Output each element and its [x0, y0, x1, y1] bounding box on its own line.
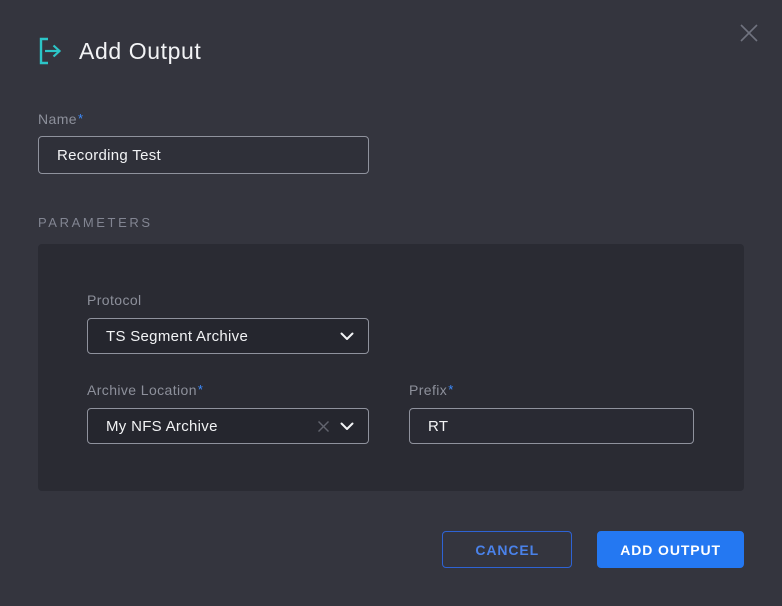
chevron-down-icon — [340, 422, 354, 431]
clear-selection-icon[interactable] — [317, 420, 330, 433]
protocol-selected-value: TS Segment Archive — [106, 328, 340, 345]
dialog-header: Add Output — [38, 0, 744, 66]
name-label: Name* — [38, 111, 744, 127]
required-marker: * — [78, 111, 83, 126]
protocol-select[interactable]: TS Segment Archive — [87, 318, 369, 354]
add-output-dialog: Add Output Name* PARAMETERS Protocol TS … — [0, 0, 782, 606]
close-icon — [738, 22, 760, 47]
archive-location-field: Archive Location* My NFS Archive — [87, 382, 369, 444]
chevron-down-icon — [340, 332, 354, 341]
archive-location-label: Archive Location* — [87, 382, 369, 398]
parameters-panel: Protocol TS Segment Archive Archive Loca… — [38, 244, 744, 491]
archive-location-selected-value: My NFS Archive — [106, 418, 317, 435]
dialog-footer: CANCEL ADD OUTPUT — [442, 531, 744, 568]
protocol-field: Protocol TS Segment Archive — [87, 292, 695, 354]
add-output-button[interactable]: ADD OUTPUT — [597, 531, 744, 568]
prefix-label: Prefix* — [409, 382, 694, 398]
output-icon — [38, 36, 64, 66]
cancel-button[interactable]: CANCEL — [442, 531, 572, 568]
name-input[interactable] — [38, 136, 369, 174]
close-button[interactable] — [736, 21, 762, 47]
protocol-label: Protocol — [87, 292, 695, 308]
required-marker: * — [448, 382, 453, 397]
prefix-field: Prefix* — [409, 382, 694, 444]
required-marker: * — [198, 382, 203, 397]
archive-location-select[interactable]: My NFS Archive — [87, 408, 369, 444]
prefix-input[interactable] — [409, 408, 694, 444]
parameters-section-heading: PARAMETERS — [38, 215, 744, 230]
dialog-title: Add Output — [79, 38, 201, 65]
